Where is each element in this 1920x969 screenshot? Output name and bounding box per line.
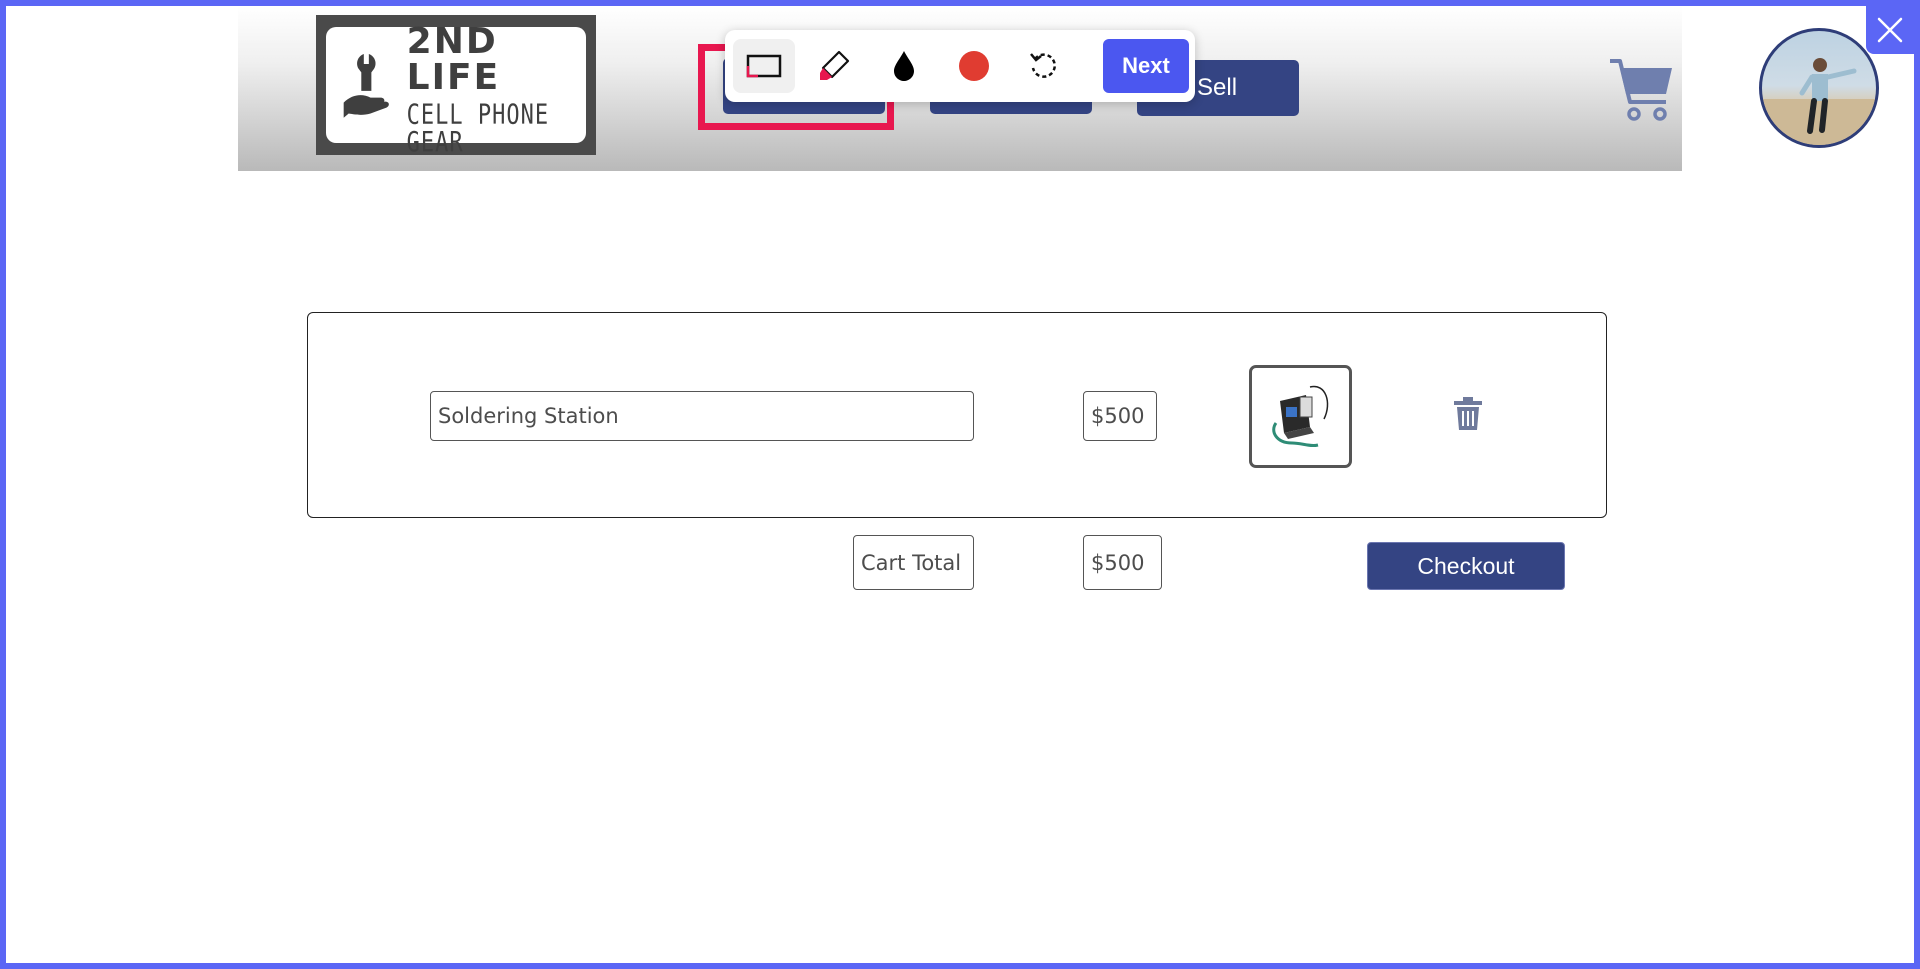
rectangle-icon bbox=[746, 54, 782, 78]
soldering-station-image bbox=[1271, 385, 1328, 447]
logo-subtitle: CELL PHONE GEAR bbox=[406, 99, 550, 159]
logo-title: 2ND LIFE bbox=[406, 21, 501, 98]
rectangle-tool-button[interactable] bbox=[733, 39, 795, 93]
next-button[interactable]: Next bbox=[1103, 39, 1189, 93]
undo-tool-button[interactable] bbox=[1013, 39, 1075, 93]
shopping-cart-icon bbox=[1610, 59, 1672, 121]
trash-icon bbox=[1454, 397, 1482, 430]
remove-item-button[interactable] bbox=[1452, 397, 1484, 436]
ink-drop-icon bbox=[894, 51, 914, 81]
cart-button[interactable] bbox=[1608, 58, 1674, 127]
item-name-field[interactable]: Soldering Station bbox=[430, 391, 974, 441]
user-avatar[interactable] bbox=[1759, 28, 1879, 148]
cart-total-label: Cart Total bbox=[853, 535, 974, 590]
product-thumbnail[interactable] bbox=[1249, 365, 1352, 468]
checkout-button[interactable]: Checkout bbox=[1367, 542, 1565, 590]
color-picker-button[interactable] bbox=[873, 39, 935, 93]
highlighter-icon bbox=[820, 50, 850, 80]
item-price-field[interactable]: $500 bbox=[1083, 391, 1157, 441]
annotation-toolbar: Next bbox=[725, 30, 1195, 102]
record-dot-button[interactable] bbox=[943, 39, 1005, 93]
close-icon bbox=[1877, 17, 1903, 43]
cart-total-value: $500 bbox=[1083, 535, 1162, 590]
site-logo[interactable]: 2ND LIFE CELL PHONE GEAR bbox=[316, 15, 596, 159]
nav-sell-label: Sell bbox=[1197, 74, 1238, 101]
red-dot-icon bbox=[959, 51, 989, 81]
profile-photo bbox=[1762, 58, 1876, 145]
highlighter-tool-button[interactable] bbox=[803, 39, 865, 93]
undo-icon bbox=[1030, 53, 1056, 78]
close-overlay-button[interactable] bbox=[1866, 6, 1914, 54]
wrench-hand-icon bbox=[343, 53, 389, 118]
